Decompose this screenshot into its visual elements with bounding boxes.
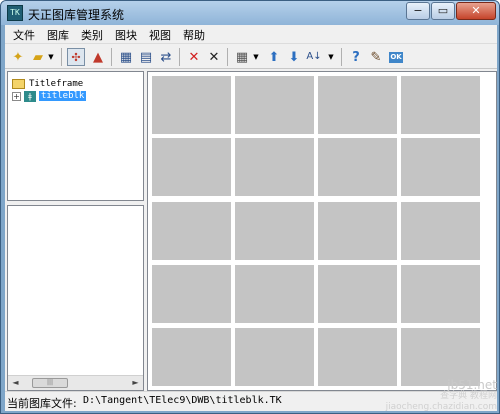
folder-icon xyxy=(12,79,25,89)
block-thumbnail[interactable] xyxy=(401,265,480,323)
watermark-site: jb51.net xyxy=(447,378,497,392)
block-thumbnail[interactable] xyxy=(235,328,314,386)
block-thumbnail[interactable] xyxy=(152,328,231,386)
block-thumbnail[interactable] xyxy=(152,138,231,196)
block-thumbnail[interactable] xyxy=(235,202,314,260)
toolbar-separator xyxy=(179,48,180,66)
block-thumbnail[interactable] xyxy=(152,76,231,134)
block-thumbnail[interactable] xyxy=(401,202,480,260)
preview-panel: ◄ ||| ► xyxy=(7,205,144,391)
help-icon[interactable]: ? xyxy=(347,48,365,66)
menu-block[interactable]: 图块 xyxy=(115,27,137,43)
toolbar-separator xyxy=(227,48,228,66)
block-thumbnail[interactable] xyxy=(318,265,397,323)
select-icon[interactable]: ✣ xyxy=(67,48,85,66)
block-thumbnail[interactable] xyxy=(401,76,480,134)
triangle-icon[interactable]: ▲ xyxy=(89,48,107,66)
new-icon[interactable]: ✦ xyxy=(9,48,27,66)
block-thumbnail[interactable] xyxy=(152,265,231,323)
menu-file[interactable]: 文件 xyxy=(13,27,35,43)
block-thumbnail[interactable] xyxy=(235,138,314,196)
tree-child-label: titleblk xyxy=(39,91,87,101)
maximize-button[interactable]: ▭ xyxy=(431,2,455,20)
main-content: Titleframe + ǂ titleblk ◄ ||| ► xyxy=(5,69,497,391)
block-thumbnail[interactable] xyxy=(318,202,397,260)
status-file-path: D:\Tangent\TElec9\DWB\titleblk.TK xyxy=(83,395,282,406)
menu-category[interactable]: 类别 xyxy=(81,27,103,43)
block-node-icon: ǂ xyxy=(24,90,36,102)
block-thumbnail[interactable] xyxy=(152,202,231,260)
app-window: TK 天正图库管理系统 − ▭ ✕ 文件 图库 类别 图块 视图 帮助 ✦ ▰ … xyxy=(0,0,500,414)
toolbar: ✦ ▰ ▼ ✣ ▲ ▦ ▤ ⇄ ✕ ✕ ▦ ▼ ⬆ ⬇ A↓ ▼ ? ✎ OK xyxy=(5,43,497,69)
block-gallery xyxy=(147,71,497,391)
grid-dropdown-icon[interactable]: ▼ xyxy=(252,48,260,66)
delete-icon[interactable]: ✕ xyxy=(185,48,203,66)
minimize-button[interactable]: − xyxy=(406,2,430,20)
sort-dropdown-icon[interactable]: ▼ xyxy=(327,48,335,66)
scroll-left-button[interactable]: ◄ xyxy=(8,376,23,390)
open-dropdown-icon[interactable]: ▼ xyxy=(47,48,55,66)
paste-icon[interactable]: ▤ xyxy=(137,48,155,66)
grid-icon[interactable]: ▦ xyxy=(233,48,251,66)
horizontal-scrollbar[interactable]: ◄ ||| ► xyxy=(8,375,143,390)
menu-bar: 文件 图库 类别 图块 视图 帮助 xyxy=(5,25,497,43)
watermark: jb51.net 查字典 教程网 jiaocheng.chazidian.com xyxy=(385,378,497,413)
status-label: 当前图库文件: xyxy=(7,397,77,410)
ok-icon[interactable]: OK xyxy=(387,48,405,66)
menu-view[interactable]: 视图 xyxy=(149,27,171,43)
window-title: 天正图库管理系统 xyxy=(28,8,125,22)
expand-icon[interactable]: + xyxy=(12,91,21,101)
open-icon[interactable]: ▰ xyxy=(29,48,47,66)
close-button[interactable]: ✕ xyxy=(456,2,496,20)
scroll-thumb[interactable]: ||| xyxy=(32,378,68,388)
arrow-down-icon[interactable]: ⬇ xyxy=(285,48,303,66)
menu-library[interactable]: 图库 xyxy=(47,27,69,43)
block-thumbnail[interactable] xyxy=(401,138,480,196)
tree-child-node[interactable]: + ǂ titleblk xyxy=(12,89,87,103)
block-thumbnail[interactable] xyxy=(318,76,397,134)
block-thumbnail[interactable] xyxy=(235,76,314,134)
swap-icon[interactable]: ⇄ xyxy=(157,48,175,66)
edit-icon[interactable]: ✎ xyxy=(367,48,385,66)
watermark-line2: jiaocheng.chazidian.com xyxy=(385,402,497,412)
sort-icon[interactable]: A↓ xyxy=(305,48,323,66)
toolbar-separator xyxy=(341,48,342,66)
block-thumbnail[interactable] xyxy=(235,265,314,323)
category-tree[interactable]: Titleframe + ǂ titleblk xyxy=(7,71,144,201)
arrow-up-icon[interactable]: ⬆ xyxy=(265,48,283,66)
block-thumbnail[interactable] xyxy=(318,328,397,386)
toolbar-separator xyxy=(61,48,62,66)
block-thumbnail[interactable] xyxy=(318,138,397,196)
scroll-right-button[interactable]: ► xyxy=(128,376,143,390)
title-bar[interactable]: TK 天正图库管理系统 − ▭ ✕ xyxy=(1,1,499,25)
toolbar-separator xyxy=(111,48,112,66)
tree-root-label: Titleframe xyxy=(29,79,84,89)
delete-all-icon[interactable]: ✕ xyxy=(205,48,223,66)
watermark-line1: 查字典 教程网 xyxy=(440,391,497,401)
library-icon[interactable]: ▦ xyxy=(117,48,135,66)
app-icon: TK xyxy=(7,5,23,21)
menu-help[interactable]: 帮助 xyxy=(183,27,205,43)
